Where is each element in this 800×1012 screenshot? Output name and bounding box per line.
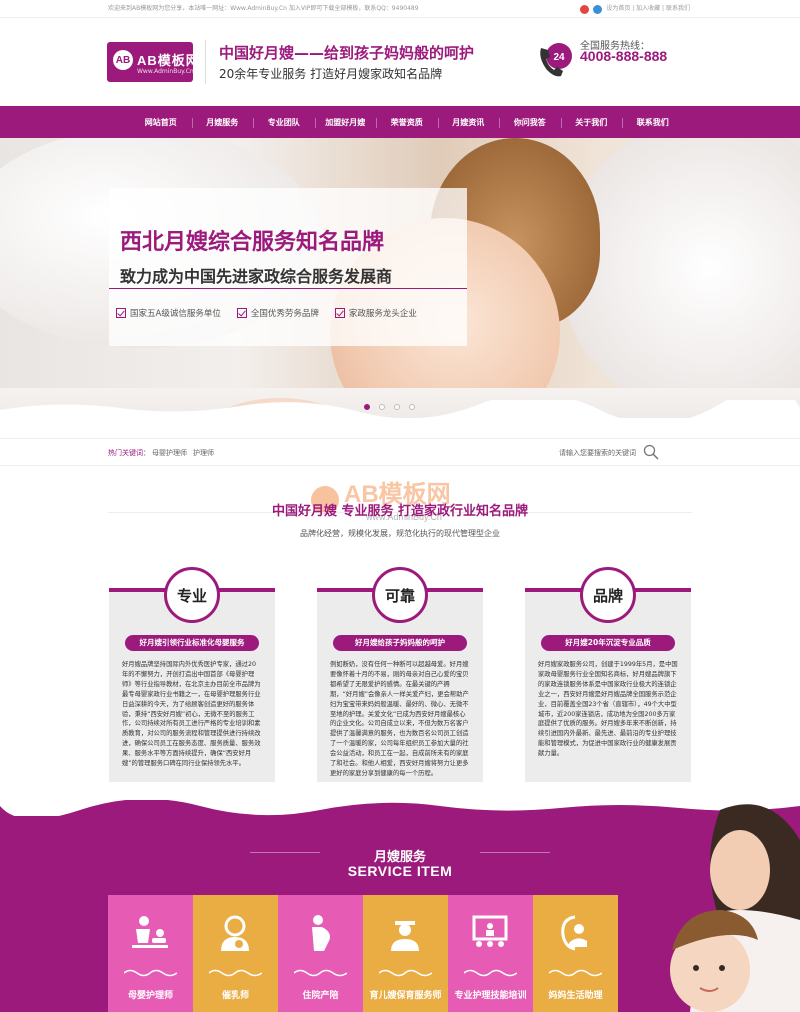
hero-banner[interactable]: 西北月嫂综合服务知名品牌 致力成为中国先进家政综合服务发展商 国家五A级诚信服务… <box>0 138 800 418</box>
nav-news[interactable]: 月嫂资讯 <box>437 106 500 140</box>
site-logo[interactable]: AB AB模板网 Www.AdminBuy.Cn <box>107 42 199 82</box>
header-divider <box>205 40 206 84</box>
welcome-text: 欢迎来到AB模板网为您分享，本站唯一网址：Www.AdminBuy.Cn 加入V… <box>108 5 419 12</box>
hotline-number[interactable]: 4008-888-888 <box>580 48 667 64</box>
lactation-icon <box>221 915 249 951</box>
service-tile[interactable]: 催乳师 <box>193 895 278 1012</box>
check-icon <box>116 308 126 318</box>
keyword-link[interactable]: 母婴护理师 <box>152 448 187 458</box>
keyword-bar: 热门关键词： 母婴护理师 护理师 请输入您要搜索的关键词 <box>0 438 800 466</box>
top-bar: 欢迎来到AB模板网为您分享，本站唯一网址：Www.AdminBuy.Cn 加入V… <box>0 0 800 18</box>
search-input[interactable]: 请输入您要搜索的关键词 <box>559 448 636 458</box>
service-tile-label: 妈妈生活助理 <box>548 991 603 1001</box>
nav-about[interactable]: 关于我们 <box>560 106 623 140</box>
weibo-icon[interactable] <box>580 4 590 14</box>
about-title: 中国好月嫂 专业服务 打造家政行业知名品牌 <box>271 504 529 519</box>
nav-services[interactable]: 月嫂服务 <box>191 106 254 140</box>
card-text: 例如断奶，没有任何一种断可以超越母爱。好月嫂要像怀着十月的不易，刚的母亲对自己心… <box>330 661 469 777</box>
banner-features: 国家五A级诚信服务单位 全国优秀劳务品牌 家政服务龙头企业 <box>116 307 417 319</box>
banner-wave-edge <box>0 400 800 422</box>
nanny-icon <box>391 921 419 951</box>
nav-honors[interactable]: 荣誉资质 <box>376 106 438 140</box>
logo-title: AB模板网 <box>137 53 200 68</box>
header-subslogan: 20余年专业服务 打造好月嫂家政知名品牌 <box>219 67 443 81</box>
pregnant-icon <box>312 915 330 951</box>
page: { "topbar": { "left_text": "欢迎来到AB模板网为您分… <box>0 0 800 1012</box>
nav-franchise[interactable]: 加盟好月嫂 <box>314 106 377 140</box>
phone-24h-icon: 24 <box>540 43 572 77</box>
logo-mark: AB <box>113 50 133 70</box>
service-tile-label: 催乳师 <box>221 991 249 1001</box>
nav-faq[interactable]: 你问我答 <box>499 106 561 140</box>
service-tile-label: 育儿嫂保育服务师 <box>369 991 442 1001</box>
check-icon <box>236 308 247 318</box>
card-badge: 专业 <box>164 567 220 623</box>
keyword-label: 热门关键词： <box>108 449 150 457</box>
logo-url: Www.AdminBuy.Cn <box>137 68 194 75</box>
card-text: 好月嫂家政服务公司，创建于1999年5月，是中国家政母婴服务行业全国知名商标，好… <box>538 661 678 758</box>
training-icon <box>472 915 508 947</box>
tencent-weibo-icon[interactable] <box>593 4 603 14</box>
about-subtitle: 品牌化经营，规模化发展，规范化执行的现代管理型企业 <box>300 529 500 538</box>
card-heading: 好月嫂20年沉淀专业品质 <box>541 635 675 651</box>
nav-team[interactable]: 专业团队 <box>253 106 315 140</box>
service-tile[interactable]: 母婴护理师 <box>108 895 193 1012</box>
banner-photo-blanket-right <box>560 138 800 418</box>
nav-home[interactable]: 网站首页 <box>130 106 192 140</box>
top-links: 设为首页 | 加入收藏 | 联系我们 <box>580 0 690 18</box>
mother-baby-icon <box>561 915 587 951</box>
service-tile[interactable]: 专业护理技能培训 <box>448 895 533 1012</box>
header-slogan: 中国好月嫂——给到孩子妈妈般的呵护 <box>219 44 475 62</box>
banner-feature: 国家五A级诚信服务单位 <box>116 307 221 319</box>
top-links-text[interactable]: 设为首页 | 加入收藏 | 联系我们 <box>606 0 690 18</box>
check-icon <box>334 308 345 318</box>
main-nav: 网站首页 月嫂服务 专业团队 加盟好月嫂 荣誉资质 月嫂资讯 你问我答 关于我们… <box>0 106 800 140</box>
banner-subtitle: 致力成为中国先进家政综合服务发展商 <box>120 267 393 286</box>
baby-care-icon <box>132 916 168 948</box>
banner-feature: 全国优秀劳务品牌 <box>236 307 319 319</box>
keyword-link[interactable]: 护理师 <box>193 448 214 458</box>
card-heading: 好月嫂给孩子妈妈般的呵护 <box>333 635 467 651</box>
card-badge: 可靠 <box>372 567 428 623</box>
banner-title: 西北月嫂综合服务知名品牌 <box>120 230 385 255</box>
service-tile-label: 母婴护理师 <box>127 991 173 1001</box>
card-badge: 品牌 <box>580 567 636 623</box>
mother-baby-photo <box>670 804 800 1012</box>
banner-divider <box>109 288 467 289</box>
service-tile-label: 住院产陪 <box>302 991 339 1001</box>
nav-contact[interactable]: 联系我们 <box>622 106 684 140</box>
banner-feature: 家政服务龙头企业 <box>334 307 417 319</box>
service-tile-label: 专业护理技能培训 <box>454 991 527 1001</box>
phone-badge-text: 24 <box>553 52 565 63</box>
service-tile[interactable]: 育儿嫂保育服务师 <box>363 895 448 1012</box>
card-text: 好月嫂品牌坚持国际内外优秀医护专家，通过20年的不懈努力，开创打造出中国首部《母… <box>122 661 261 768</box>
watermark-logo: AB模板网 www.AdminBuy.Cn <box>311 481 451 522</box>
service-tile[interactable]: 妈妈生活助理 <box>533 895 618 1012</box>
search-icon[interactable] <box>643 444 659 460</box>
card-heading: 好月嫂引领行业标准化母婴服务 <box>125 635 259 651</box>
service-tile[interactable]: 住院产陪 <box>278 895 363 1012</box>
